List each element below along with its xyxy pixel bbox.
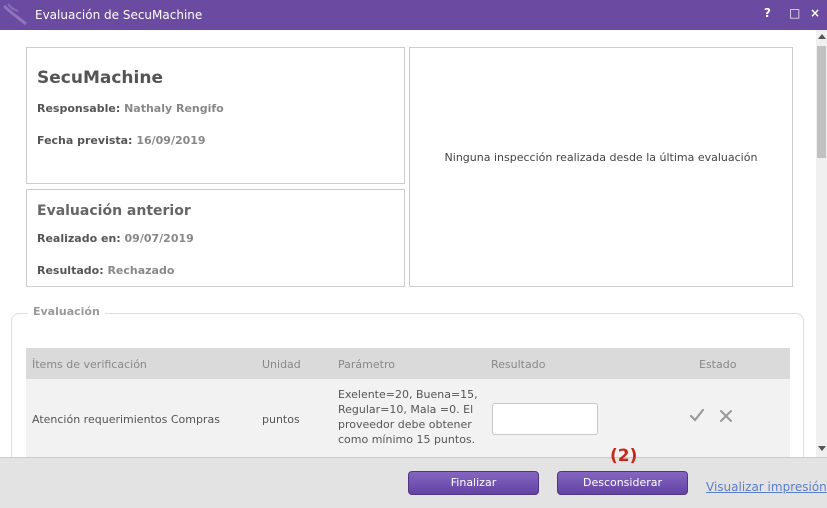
column-header-param: Parámetro bbox=[338, 358, 395, 371]
resultado-field: Resultado: Rechazado bbox=[37, 264, 174, 277]
evaluation-legend: Evaluación bbox=[28, 305, 105, 318]
realizado-label: Realizado en: bbox=[37, 232, 121, 245]
help-button[interactable]: ? bbox=[764, 6, 771, 20]
scroll-thumb[interactable] bbox=[817, 46, 826, 158]
logo-icon bbox=[2, 3, 27, 26]
responsable-field: Responsable: Nathaly Rengifo bbox=[37, 102, 224, 115]
fecha-prevista-field: Fecha prevista: 16/09/2019 bbox=[37, 134, 206, 147]
window-titlebar: Evaluación de SecuMachine ? □ × bbox=[0, 0, 827, 30]
annotation-marker: (2) bbox=[610, 446, 638, 466]
finalize-button[interactable]: Finalizar bbox=[408, 471, 539, 495]
scroll-up-icon[interactable] bbox=[818, 34, 826, 39]
row-item: Atención requerimientos Compras bbox=[32, 413, 220, 426]
x-icon[interactable] bbox=[719, 409, 733, 423]
main-content: SecuMachine Responsable: Nathaly Rengifo… bbox=[0, 30, 816, 457]
vertical-scrollbar[interactable] bbox=[816, 30, 827, 457]
previous-evaluation-title: Evaluación anterior bbox=[37, 203, 191, 219]
fecha-prevista-value: 16/09/2019 bbox=[136, 134, 206, 147]
table-row: Atención requerimientos Compras puntos E… bbox=[26, 379, 790, 457]
previous-evaluation-panel: Evaluación anterior Realizado en: 09/07/… bbox=[26, 189, 405, 287]
column-header-result: Resultado bbox=[491, 358, 546, 371]
resultado-label: Resultado: bbox=[37, 264, 104, 277]
machine-info-panel: SecuMachine Responsable: Nathaly Rengifo… bbox=[26, 47, 405, 184]
column-header-item: Ítems de verificación bbox=[32, 358, 147, 371]
window-title: Evaluación de SecuMachine bbox=[35, 8, 203, 22]
disregard-button[interactable]: Desconsiderar bbox=[557, 471, 688, 495]
check-icon[interactable] bbox=[689, 408, 705, 424]
inspection-message: Ninguna inspección realizada desde la úl… bbox=[444, 151, 758, 164]
inspection-panel: Ninguna inspección realizada desde la úl… bbox=[409, 47, 793, 287]
column-header-state: Estado bbox=[699, 358, 737, 371]
close-button[interactable]: × bbox=[810, 6, 820, 20]
row-unit: puntos bbox=[262, 413, 300, 426]
machine-name: SecuMachine bbox=[37, 68, 163, 88]
realizado-field: Realizado en: 09/07/2019 bbox=[37, 232, 194, 245]
resultado-value: Rechazado bbox=[107, 264, 175, 277]
responsable-label: Responsable: bbox=[37, 102, 121, 115]
realizado-value: 09/07/2019 bbox=[124, 232, 194, 245]
result-input[interactable] bbox=[492, 403, 598, 435]
print-preview-link[interactable]: Visualizar impresión bbox=[706, 480, 827, 494]
scroll-down-icon[interactable] bbox=[818, 446, 826, 451]
footer-bar: Finalizar Desconsiderar (2) Visualizar i… bbox=[0, 446, 827, 508]
row-param: Exelente=20, Buena=15, Regular=10, Mala … bbox=[338, 388, 478, 446]
maximize-button[interactable]: □ bbox=[789, 6, 800, 20]
table-header: Ítems de verificación Unidad Parámetro R… bbox=[26, 348, 790, 379]
fecha-prevista-label: Fecha prevista: bbox=[37, 134, 133, 147]
responsable-value: Nathaly Rengifo bbox=[124, 102, 224, 115]
column-header-unit: Unidad bbox=[262, 358, 301, 371]
